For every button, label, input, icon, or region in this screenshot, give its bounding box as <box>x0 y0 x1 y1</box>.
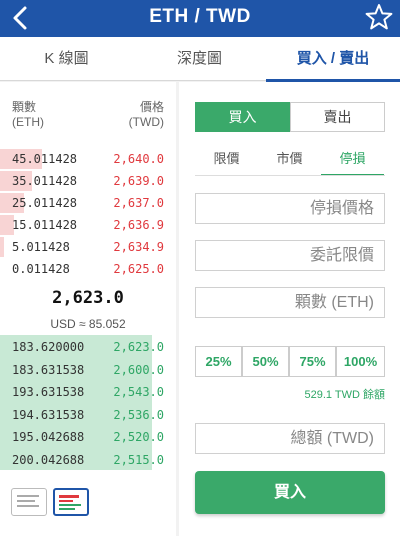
buy-toggle[interactable]: 買入 <box>195 102 290 132</box>
ask-quantity: 35.011428 <box>12 174 78 188</box>
orderbook-view-toggle-plain[interactable] <box>11 488 47 516</box>
ask-row[interactable]: 35.011428 2,639.0 <box>0 170 176 192</box>
bid-quantity: 183.631538 <box>12 362 85 377</box>
ask-quantity: 15.011428 <box>12 218 78 232</box>
qty-column-header: 顆數 (ETH) <box>12 100 44 129</box>
ask-quantity: 45.011428 <box>12 152 78 166</box>
quantity-input[interactable] <box>196 288 384 317</box>
total-field[interactable] <box>195 423 385 454</box>
ask-row[interactable]: 45.011428 2,640.0 <box>0 148 176 170</box>
available-balance: 529.1 TWD 餘額 <box>304 389 386 401</box>
bid-row[interactable]: 195.042688 2,520.0 <box>0 426 176 448</box>
quantity-field[interactable] <box>195 287 385 318</box>
page-title: ETH / TWD <box>149 6 251 27</box>
order-type-stop[interactable]: 停損 <box>321 144 384 176</box>
bid-row[interactable]: 193.631538 2,543.0 <box>0 381 176 403</box>
top-bar: ETH / TWD <box>0 0 400 37</box>
ask-quantity: 0.011428 <box>12 262 70 276</box>
limit-price-field[interactable] <box>195 240 385 271</box>
last-price: 2,623.0 <box>52 288 124 308</box>
ask-price: 2,634.9 <box>113 240 164 254</box>
bid-quantity: 194.631538 <box>12 407 85 422</box>
bid-price: 2,515.0 <box>113 452 164 467</box>
ask-price: 2,639.0 <box>113 174 164 188</box>
ask-quantity: 25.011428 <box>12 196 78 210</box>
bid-price: 2,600.0 <box>113 362 164 377</box>
ask-price: 2,640.0 <box>113 152 164 166</box>
orderbook-view-toggle-depth[interactable] <box>53 488 89 516</box>
bid-row[interactable]: 183.631538 2,600.0 <box>0 359 176 381</box>
order-type-divider <box>195 175 385 176</box>
bid-price: 2,536.0 <box>113 407 164 422</box>
view-tabs: K 線圖 深度圖 買入 / 賣出 <box>0 37 400 82</box>
total-input[interactable] <box>196 424 384 453</box>
favorite-star-icon[interactable] <box>365 3 393 31</box>
trade-panel: 買入 賣出 限價 市價 停損 25% 50% 75% 100% 529.1 TW… <box>179 82 400 536</box>
percent-50-button[interactable]: 50% <box>242 346 289 377</box>
ask-row[interactable]: 0.011428 2,625.0 <box>0 258 176 280</box>
ask-quantity: 5.011428 <box>12 240 70 254</box>
bid-price: 2,543.0 <box>113 385 164 399</box>
ask-depth-bar <box>0 237 4 257</box>
tab-depth[interactable]: 深度圖 <box>133 37 266 81</box>
bid-price: 2,623.0 <box>113 340 164 354</box>
tab-kline[interactable]: K 線圖 <box>0 37 133 81</box>
ask-row[interactable]: 15.011428 2,636.9 <box>0 214 176 236</box>
order-type-limit[interactable]: 限價 <box>195 144 258 174</box>
percent-75-button[interactable]: 75% <box>289 346 336 377</box>
bid-quantity: 193.631538 <box>12 385 85 399</box>
order-book: 顆數 (ETH) 價格 (TWD) 45.011428 2,640.0 35.011… <box>0 82 176 536</box>
price-column-header: 價格 (TWD) <box>128 100 164 129</box>
usd-equivalent: USD ≈ 85.052 <box>50 317 126 331</box>
bid-row[interactable]: 183.620000 2,623.0 <box>0 336 176 358</box>
ask-price: 2,637.0 <box>113 196 164 210</box>
bid-price: 2,520.0 <box>113 430 164 444</box>
stop-price-field[interactable] <box>195 193 385 224</box>
stop-price-input[interactable] <box>196 194 384 223</box>
bid-quantity: 200.042688 <box>12 452 85 467</box>
percent-25-button[interactable]: 25% <box>195 346 242 377</box>
submit-buy-button[interactable]: 買入 <box>195 471 385 514</box>
bid-quantity: 183.620000 <box>12 340 85 354</box>
limit-price-input[interactable] <box>196 241 384 270</box>
list-view-icon <box>17 495 39 507</box>
order-type-market[interactable]: 市價 <box>258 144 321 174</box>
sell-toggle[interactable]: 賣出 <box>290 102 385 132</box>
bid-row[interactable]: 194.631538 2,536.0 <box>0 404 176 426</box>
bid-row[interactable]: 200.042688 2,515.0 <box>0 449 176 471</box>
ask-row[interactable]: 25.011428 2,637.0 <box>0 192 176 214</box>
bid-quantity: 195.042688 <box>12 430 85 444</box>
ask-price: 2,625.0 <box>113 262 164 276</box>
ask-price: 2,636.9 <box>113 218 164 232</box>
tab-buy-sell[interactable]: 買入 / 賣出 <box>266 37 400 82</box>
depth-view-icon <box>59 495 81 510</box>
percent-100-button[interactable]: 100% <box>336 346 385 377</box>
ask-row[interactable]: 5.011428 2,634.9 <box>0 236 176 258</box>
